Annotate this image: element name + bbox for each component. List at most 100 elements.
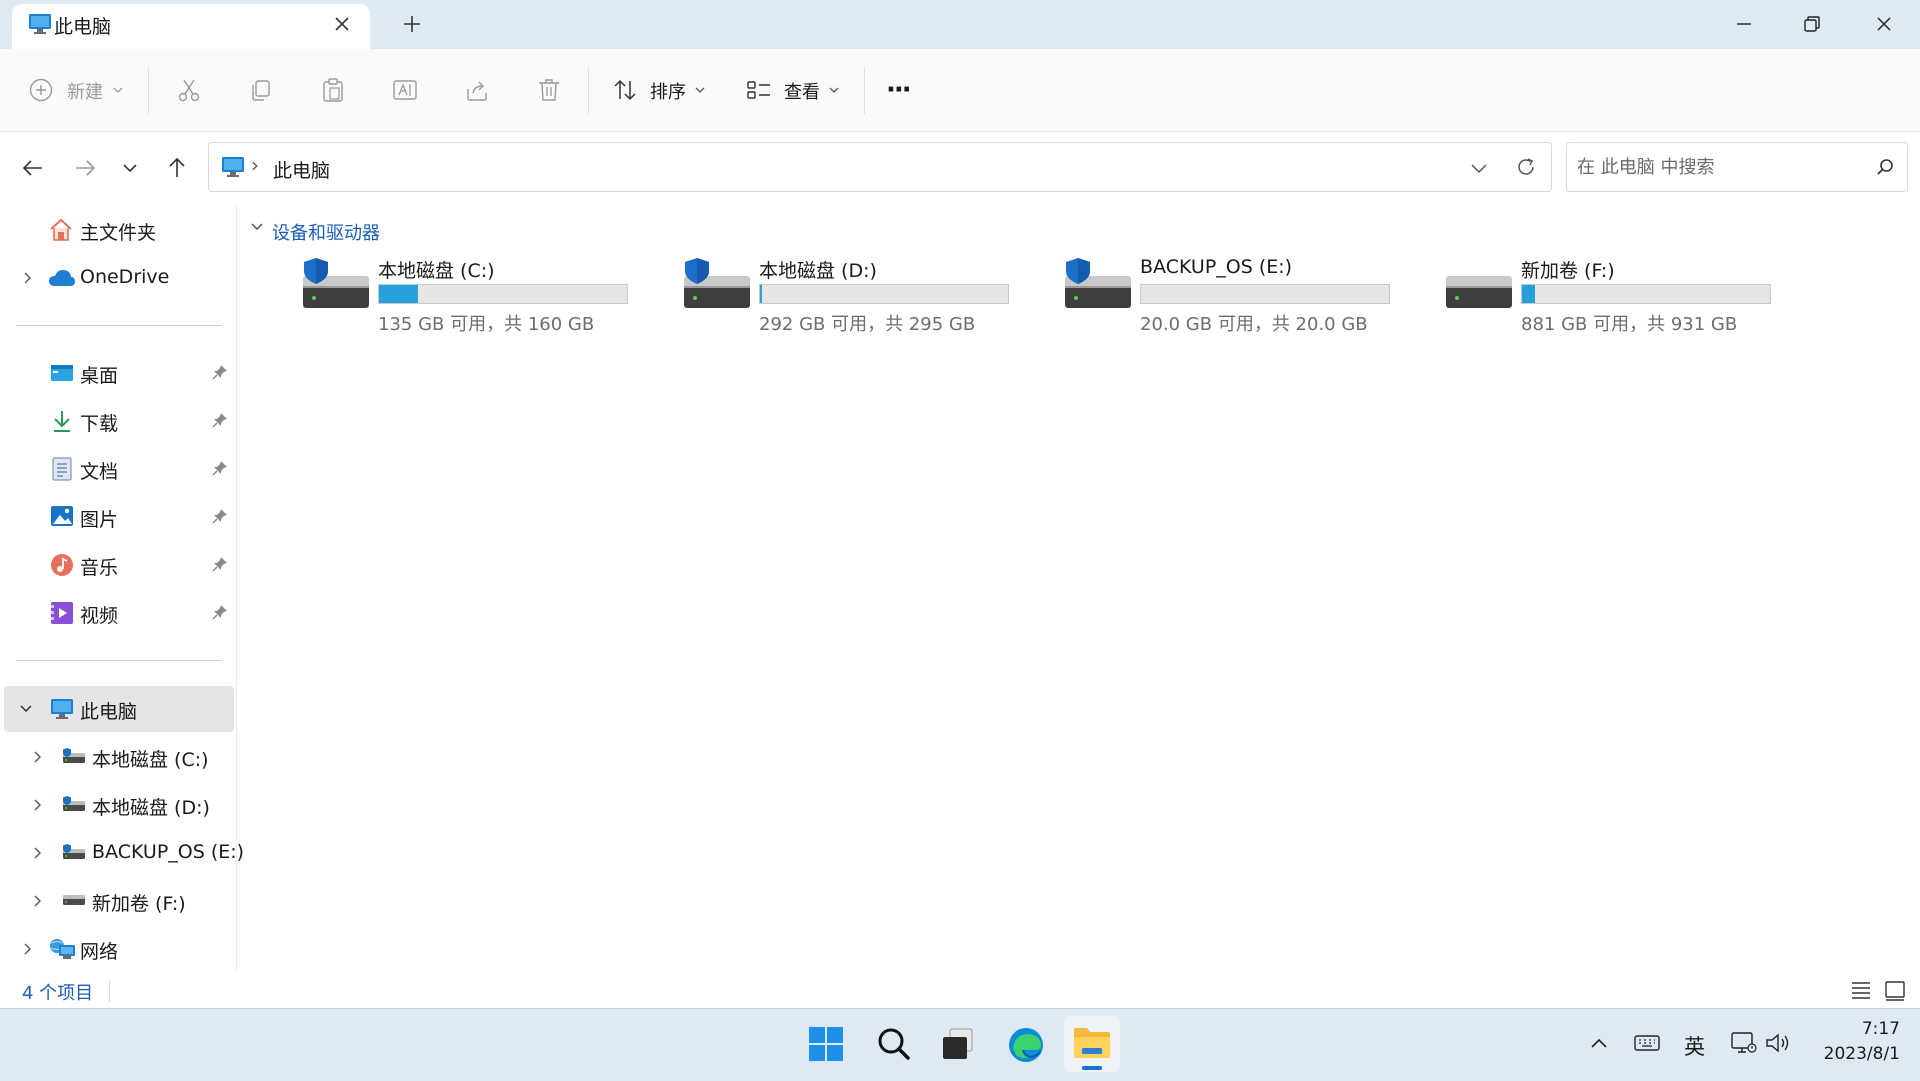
sort-label: 排序 [650, 82, 686, 103]
sidebar-item-music[interactable]: 音乐 [0, 543, 236, 587]
chevron-up-icon[interactable] [1588, 1032, 1610, 1054]
back-arrow-icon[interactable] [20, 155, 46, 181]
edge-browser-icon[interactable] [1007, 1026, 1045, 1064]
restore-icon[interactable] [1798, 10, 1826, 38]
minimize-icon[interactable] [1730, 10, 1758, 38]
paste-button[interactable] [320, 77, 346, 103]
task-view-icon[interactable] [940, 1026, 976, 1062]
forward-arrow-icon[interactable] [72, 155, 98, 181]
address-dropdown-icon[interactable] [1469, 158, 1489, 178]
sidebar-item-drive-c[interactable]: 本地磁盘 (C:) [0, 735, 236, 779]
drive-tile-f[interactable]: 新加卷 (F:) 881 GB 可用，共 931 GB [1445, 256, 1805, 336]
chevron-right-icon[interactable] [30, 798, 44, 812]
copy-icon [252, 80, 270, 101]
drive-name: 新加卷 (F:) [1521, 260, 1615, 282]
drive-space: 135 GB 可用，共 160 GB [378, 314, 595, 335]
trash-icon [539, 79, 559, 101]
keyboard-icon[interactable] [1634, 1032, 1660, 1054]
sidebar-item-drive-d[interactable]: 本地磁盘 (D:) [0, 783, 236, 827]
clock-date[interactable]: 2023/8/1 [1806, 1044, 1900, 1064]
cut-button[interactable] [176, 77, 202, 103]
more-options-button[interactable]: ··· [886, 77, 912, 103]
rename-button[interactable] [392, 77, 418, 103]
volume-icon[interactable] [1764, 1031, 1792, 1055]
drive-tile-c[interactable]: 本地磁盘 (C:) 135 GB 可用，共 160 GB [302, 256, 662, 336]
up-arrow-icon[interactable] [164, 155, 190, 181]
drive-tile-d[interactable]: 本地磁盘 (D:) 292 GB 可用，共 295 GB [683, 256, 1043, 336]
sidebar-item-drive-e[interactable]: BACKUP_OS (E:) [0, 831, 244, 875]
chevron-down-icon[interactable] [18, 702, 34, 716]
shield-drive-icon [62, 843, 86, 861]
sidebar-item-label: 桌面 [80, 365, 119, 387]
pin-icon[interactable] [212, 508, 228, 524]
chevron-right-icon[interactable] [20, 271, 34, 285]
chevron-down-icon [828, 85, 840, 95]
drive-tile-e[interactable]: BACKUP_OS (E:) 20.0 GB 可用，共 20.0 GB [1064, 256, 1424, 336]
sidebar-item-downloads[interactable]: 下载 [0, 399, 236, 443]
group-header-devices[interactable]: 设备和驱动器 [272, 219, 380, 245]
search-input[interactable] [1577, 143, 1857, 191]
sidebar-item-documents[interactable]: 文档 [0, 447, 236, 491]
taskbar-search-icon[interactable] [876, 1026, 912, 1062]
sidebar-item-label: BACKUP_OS (E:) [92, 841, 245, 863]
music-icon [50, 553, 74, 577]
usage-bar-fill [379, 285, 418, 303]
refresh-icon[interactable] [1514, 155, 1538, 179]
scissors-icon [178, 79, 200, 102]
download-icon [50, 409, 74, 433]
copy-button[interactable] [248, 77, 274, 103]
status-item-count: 4 个项目 [22, 983, 94, 1004]
search-icon[interactable] [1875, 157, 1895, 177]
sidebar-item-label: 此电脑 [80, 701, 138, 723]
sidebar-item-label: 网络 [80, 941, 119, 963]
pin-icon[interactable] [212, 412, 228, 428]
share-button[interactable] [464, 77, 490, 103]
sidebar-item-videos[interactable]: 视频 [0, 591, 236, 635]
chevron-right-icon[interactable] [30, 846, 44, 860]
pin-icon[interactable] [212, 556, 228, 572]
sidebar-item-network[interactable]: 网络 [0, 927, 236, 971]
pin-icon[interactable] [212, 460, 228, 476]
close-icon[interactable] [330, 12, 354, 36]
monitor-icon [221, 156, 245, 178]
pin-icon[interactable] [212, 604, 228, 620]
search-box[interactable] [1566, 142, 1908, 192]
shield-drive-icon [302, 256, 370, 312]
new-tab-button[interactable] [400, 12, 424, 36]
toolbar-divider [864, 68, 865, 114]
drive-space: 20.0 GB 可用，共 20.0 GB [1140, 314, 1368, 335]
network-status-icon[interactable] [1730, 1030, 1758, 1056]
sidebar-item-pictures[interactable]: 图片 [0, 495, 236, 539]
new-label: 新建 [67, 82, 103, 103]
sidebar-item-onedrive[interactable]: OneDrive [0, 256, 236, 300]
sidebar-item-this-pc[interactable]: 此电脑 [0, 687, 236, 731]
toolbar-divider [588, 68, 589, 114]
ime-indicator[interactable]: 英 [1684, 1031, 1705, 1061]
toolbar-divider [148, 68, 149, 114]
command-bar [0, 49, 1920, 132]
file-explorer-taskbar-button[interactable] [1064, 1016, 1120, 1072]
monitor-icon [28, 13, 52, 35]
tiles-view-icon[interactable] [1884, 979, 1906, 1001]
address-bar[interactable]: › 此电脑 [208, 142, 1552, 192]
details-view-icon[interactable] [1850, 979, 1872, 1001]
chevron-right-icon[interactable] [30, 894, 44, 908]
recent-locations-icon[interactable] [120, 158, 140, 178]
pin-icon[interactable] [212, 364, 228, 380]
breadcrumb-this-pc[interactable]: 此电脑 [273, 156, 330, 183]
clock-time[interactable]: 7:17 [1840, 1019, 1900, 1039]
chevron-down-icon [112, 85, 124, 95]
delete-button[interactable] [536, 77, 562, 103]
group-collapse-chevron-icon[interactable] [248, 218, 266, 236]
cloud-icon [48, 268, 76, 288]
sidebar-item-label: 音乐 [80, 557, 119, 579]
chevron-right-icon[interactable] [30, 750, 44, 764]
chevron-right-icon[interactable] [20, 942, 34, 956]
view-label: 查看 [784, 82, 820, 103]
drive-space: 881 GB 可用，共 931 GB [1521, 314, 1738, 335]
sidebar-item-desktop[interactable]: 桌面 [0, 351, 236, 395]
start-windows-icon[interactable] [808, 1026, 844, 1062]
window-close-icon[interactable] [1870, 10, 1898, 38]
sidebar-item-drive-f[interactable]: 新加卷 (F:) [0, 879, 236, 923]
sidebar-item-home[interactable]: 主文件夹 [0, 208, 236, 252]
